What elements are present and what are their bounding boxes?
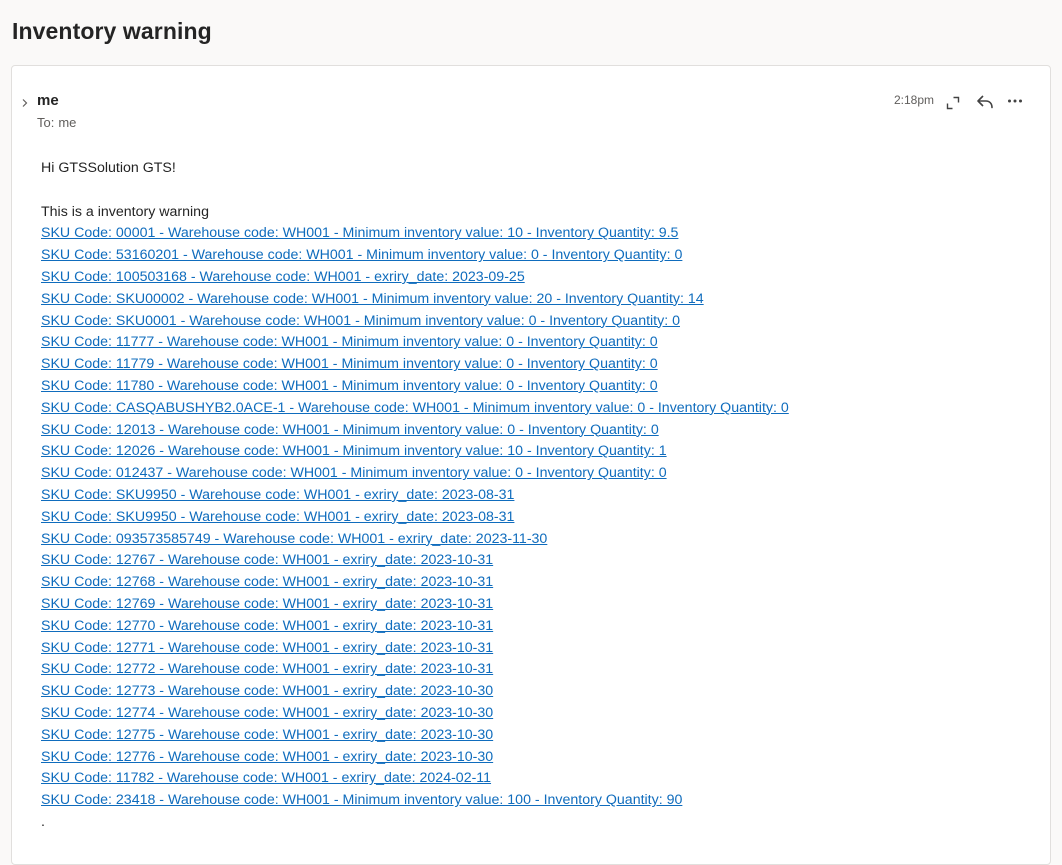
greeting-text: Hi GTSSolution GTS! xyxy=(41,160,176,176)
sku-warning-item: SKU Code: 12026 - Warehouse code: WH001 … xyxy=(41,441,1031,463)
sku-warning-link[interactable]: SKU Code: 12772 - Warehouse code: WH001 … xyxy=(41,661,493,677)
sender-name[interactable]: me xyxy=(37,92,59,109)
sku-warning-link[interactable]: SKU Code: SKU0001 - Warehouse code: WH00… xyxy=(41,313,680,329)
sku-warning-link[interactable]: SKU Code: 12768 - Warehouse code: WH001 … xyxy=(41,574,493,590)
sku-warning-item: SKU Code: 11780 - Warehouse code: WH001 … xyxy=(41,376,1031,398)
sku-warning-link[interactable]: SKU Code: 12774 - Warehouse code: WH001 … xyxy=(41,705,493,721)
sku-warning-item: SKU Code: 12768 - Warehouse code: WH001 … xyxy=(41,572,1031,594)
more-options-icon[interactable] xyxy=(1004,90,1026,112)
sku-warning-link[interactable]: SKU Code: 12026 - Warehouse code: WH001 … xyxy=(41,443,667,459)
chevron-right-icon[interactable] xyxy=(18,96,32,110)
trailing-text: . xyxy=(41,813,45,830)
sku-warning-link[interactable]: SKU Code: 23418 - Warehouse code: WH001 … xyxy=(41,792,682,808)
sku-warning-item: SKU Code: 00001 - Warehouse code: WH001 … xyxy=(41,223,1031,245)
sku-warning-item: SKU Code: 012437 - Warehouse code: WH001… xyxy=(41,463,1031,485)
sku-warning-item: SKU Code: 11782 - Warehouse code: WH001 … xyxy=(41,768,1031,790)
sku-warning-link[interactable]: SKU Code: 11780 - Warehouse code: WH001 … xyxy=(41,378,658,394)
sku-warning-item: SKU Code: 12774 - Warehouse code: WH001 … xyxy=(41,703,1031,725)
sku-warning-link[interactable]: SKU Code: 11777 - Warehouse code: WH001 … xyxy=(41,334,658,350)
sku-warning-item: SKU Code: 100503168 - Warehouse code: WH… xyxy=(41,267,1031,289)
sku-warning-link[interactable]: SKU Code: 12013 - Warehouse code: WH001 … xyxy=(41,422,659,438)
sku-warning-link[interactable]: SKU Code: 100503168 - Warehouse code: WH… xyxy=(41,269,525,285)
recipient-line: To: me xyxy=(37,115,76,130)
sku-warning-item: SKU Code: 53160201 - Warehouse code: WH0… xyxy=(41,245,1031,267)
intro-text: This is a inventory warning xyxy=(41,203,209,220)
sku-warning-link[interactable]: SKU Code: SKU9950 - Warehouse code: WH00… xyxy=(41,487,514,503)
sku-warning-link[interactable]: SKU Code: 00001 - Warehouse code: WH001 … xyxy=(41,225,678,241)
sku-warning-item: SKU Code: 11777 - Warehouse code: WH001 … xyxy=(41,332,1031,354)
expand-window-icon[interactable] xyxy=(942,92,964,114)
recipient-name[interactable]: me xyxy=(58,115,76,130)
sku-warning-link[interactable]: SKU Code: 093573585749 - Warehouse code:… xyxy=(41,531,547,547)
sku-warning-link[interactable]: SKU Code: SKU00002 - Warehouse code: WH0… xyxy=(41,291,704,307)
sku-warning-link[interactable]: SKU Code: 12773 - Warehouse code: WH001 … xyxy=(41,683,493,699)
sku-warning-list: SKU Code: 00001 - Warehouse code: WH001 … xyxy=(41,223,1031,812)
reply-icon[interactable] xyxy=(974,91,996,113)
sku-warning-item: SKU Code: SKU9950 - Warehouse code: WH00… xyxy=(41,507,1031,529)
message-card: me To: me 2:18pm Hi GTSSolution GTS! This… xyxy=(11,65,1051,865)
message-body: Hi GTSSolution GTS! This is a inventory … xyxy=(41,158,1031,834)
sku-warning-item: SKU Code: 11779 - Warehouse code: WH001 … xyxy=(41,354,1031,376)
sku-warning-link[interactable]: SKU Code: 11782 - Warehouse code: WH001 … xyxy=(41,770,491,786)
sku-warning-link[interactable]: SKU Code: SKU9950 - Warehouse code: WH00… xyxy=(41,509,514,525)
email-subject: Inventory warning xyxy=(12,18,212,44)
sku-warning-item: SKU Code: 12769 - Warehouse code: WH001 … xyxy=(41,594,1031,616)
sku-warning-link[interactable]: SKU Code: 12771 - Warehouse code: WH001 … xyxy=(41,640,493,656)
sku-warning-link[interactable]: SKU Code: 12769 - Warehouse code: WH001 … xyxy=(41,596,493,612)
to-label: To: xyxy=(37,115,55,130)
sku-warning-link[interactable]: SKU Code: 12776 - Warehouse code: WH001 … xyxy=(41,749,493,765)
sku-warning-item: SKU Code: 12776 - Warehouse code: WH001 … xyxy=(41,747,1031,769)
sku-warning-item: SKU Code: SKU9950 - Warehouse code: WH00… xyxy=(41,485,1031,507)
sku-warning-item: SKU Code: SKU00002 - Warehouse code: WH0… xyxy=(41,289,1031,311)
sku-warning-item: SKU Code: 23418 - Warehouse code: WH001 … xyxy=(41,790,1031,812)
sku-warning-item: SKU Code: 12770 - Warehouse code: WH001 … xyxy=(41,616,1031,638)
sku-warning-item: SKU Code: 12773 - Warehouse code: WH001 … xyxy=(41,681,1031,703)
sku-warning-link[interactable]: SKU Code: 11779 - Warehouse code: WH001 … xyxy=(41,356,658,372)
sku-warning-item: SKU Code: 12767 - Warehouse code: WH001 … xyxy=(41,550,1031,572)
sku-warning-link[interactable]: SKU Code: 53160201 - Warehouse code: WH0… xyxy=(41,247,682,263)
sku-warning-item: SKU Code: 12013 - Warehouse code: WH001 … xyxy=(41,420,1031,442)
sku-warning-item: SKU Code: 093573585749 - Warehouse code:… xyxy=(41,529,1031,551)
sku-warning-item: SKU Code: SKU0001 - Warehouse code: WH00… xyxy=(41,311,1031,333)
sku-warning-link[interactable]: SKU Code: CASQABUSHYB2.0ACE-1 - Warehous… xyxy=(41,400,789,416)
sku-warning-item: SKU Code: 12771 - Warehouse code: WH001 … xyxy=(41,638,1031,660)
sku-warning-link[interactable]: SKU Code: 12767 - Warehouse code: WH001 … xyxy=(41,552,493,568)
sku-warning-item: SKU Code: 12772 - Warehouse code: WH001 … xyxy=(41,659,1031,681)
sku-warning-item: SKU Code: CASQABUSHYB2.0ACE-1 - Warehous… xyxy=(41,398,1031,420)
message-time: 2:18pm xyxy=(894,93,935,107)
sku-warning-item: SKU Code: 12775 - Warehouse code: WH001 … xyxy=(41,725,1031,747)
sku-warning-link[interactable]: SKU Code: 012437 - Warehouse code: WH001… xyxy=(41,465,667,481)
sku-warning-link[interactable]: SKU Code: 12770 - Warehouse code: WH001 … xyxy=(41,618,493,634)
sku-warning-link[interactable]: SKU Code: 12775 - Warehouse code: WH001 … xyxy=(41,727,493,743)
